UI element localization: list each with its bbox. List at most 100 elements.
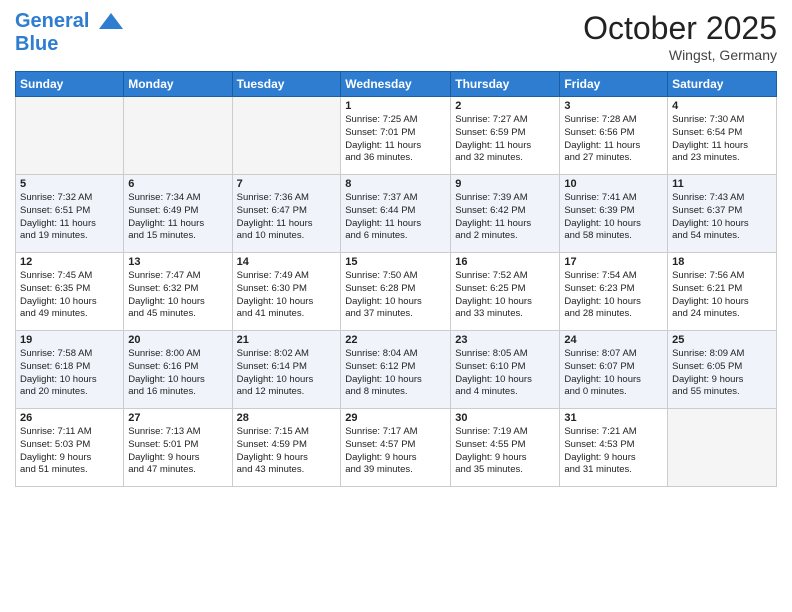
- day-info: Sunrise: 8:09 AM Sunset: 6:05 PM Dayligh…: [672, 348, 772, 399]
- calendar-cell: 31 Sunrise: 7:21 AM Sunset: 4:53 PM Dayli…: [560, 409, 668, 487]
- day-info: Sunrise: 7:25 AM Sunset: 7:01 PM Dayligh…: [345, 114, 446, 165]
- day-number: 6: [128, 178, 227, 190]
- day-info: Sunrise: 7:43 AM Sunset: 6:37 PM Dayligh…: [672, 192, 772, 243]
- day-info: Sunrise: 7:15 AM Sunset: 4:59 PM Dayligh…: [237, 426, 337, 477]
- calendar-cell: 5 Sunrise: 7:32 AM Sunset: 6:51 PM Daylig…: [16, 175, 124, 253]
- calendar-week-row: 5 Sunrise: 7:32 AM Sunset: 6:51 PM Daylig…: [16, 175, 777, 253]
- day-number: 10: [564, 178, 663, 190]
- day-number: 7: [237, 178, 337, 190]
- calendar-cell: 28 Sunrise: 7:15 AM Sunset: 4:59 PM Dayli…: [232, 409, 341, 487]
- day-info: Sunrise: 8:02 AM Sunset: 6:14 PM Dayligh…: [237, 348, 337, 399]
- calendar-cell: 7 Sunrise: 7:36 AM Sunset: 6:47 PM Daylig…: [232, 175, 341, 253]
- day-number: 4: [672, 100, 772, 112]
- calendar-cell: 29Sunrise: 7:17 AM Sunset: 4:57 PM Dayli…: [341, 409, 451, 487]
- header: General Blue October 2025 Wingst, German…: [15, 10, 777, 63]
- title-block: October 2025 Wingst, Germany: [583, 10, 777, 63]
- calendar-cell: 18 Sunrise: 7:56 AM Sunset: 6:21 PM Dayli…: [668, 253, 777, 331]
- month-title: October 2025: [583, 10, 777, 47]
- day-info: Sunrise: 7:56 AM Sunset: 6:21 PM Dayligh…: [672, 270, 772, 321]
- day-info: Sunrise: 7:39 AM Sunset: 6:42 PM Dayligh…: [455, 192, 555, 243]
- day-number: 3: [564, 100, 663, 112]
- day-info: Sunrise: 8:04 AM Sunset: 6:12 PM Dayligh…: [345, 348, 446, 399]
- calendar-cell: 19 Sunrise: 7:58 AM Sunset: 6:18 PM Dayli…: [16, 331, 124, 409]
- day-number: 31: [564, 412, 663, 424]
- calendar-cell: 23 Sunrise: 8:05 AM Sunset: 6:10 PM Dayli…: [451, 331, 560, 409]
- calendar-cell: 27 Sunrise: 7:13 AM Sunset: 5:01 PM Dayli…: [124, 409, 232, 487]
- calendar-cell: 24Sunrise: 8:07 AM Sunset: 6:07 PM Dayli…: [560, 331, 668, 409]
- day-number: 28: [237, 412, 337, 424]
- calendar-cell: 30 Sunrise: 7:19 AM Sunset: 4:55 PM Dayli…: [451, 409, 560, 487]
- calendar-cell: 13 Sunrise: 7:47 AM Sunset: 6:32 PM Dayli…: [124, 253, 232, 331]
- day-number: 30: [455, 412, 555, 424]
- calendar-table: SundayMondayTuesdayWednesdayThursdayFrid…: [15, 71, 777, 487]
- logo-icon: [97, 11, 125, 33]
- day-info: Sunrise: 7:45 AM Sunset: 6:35 PM Dayligh…: [20, 270, 119, 321]
- calendar-cell: 14Sunrise: 7:49 AM Sunset: 6:30 PM Dayli…: [232, 253, 341, 331]
- day-info: Sunrise: 7:19 AM Sunset: 4:55 PM Dayligh…: [455, 426, 555, 477]
- day-info: Sunrise: 7:32 AM Sunset: 6:51 PM Dayligh…: [20, 192, 119, 243]
- col-header-tuesday: Tuesday: [232, 72, 341, 97]
- calendar-cell: 12 Sunrise: 7:45 AM Sunset: 6:35 PM Dayli…: [16, 253, 124, 331]
- col-header-monday: Monday: [124, 72, 232, 97]
- day-number: 18: [672, 256, 772, 268]
- calendar-cell: [124, 97, 232, 175]
- calendar-cell: 9 Sunrise: 7:39 AM Sunset: 6:42 PM Daylig…: [451, 175, 560, 253]
- day-info: Sunrise: 7:41 AM Sunset: 6:39 PM Dayligh…: [564, 192, 663, 243]
- calendar-cell: 26Sunrise: 7:11 AM Sunset: 5:03 PM Dayli…: [16, 409, 124, 487]
- calendar-cell: 4 Sunrise: 7:30 AM Sunset: 6:54 PM Daylig…: [668, 97, 777, 175]
- day-info: Sunrise: 7:37 AM Sunset: 6:44 PM Dayligh…: [345, 192, 446, 243]
- day-number: 27: [128, 412, 227, 424]
- calendar-header-row: SundayMondayTuesdayWednesdayThursdayFrid…: [16, 72, 777, 97]
- day-number: 20: [128, 334, 227, 346]
- calendar-cell: 25 Sunrise: 8:09 AM Sunset: 6:05 PM Dayli…: [668, 331, 777, 409]
- day-number: 16: [455, 256, 555, 268]
- col-header-saturday: Saturday: [668, 72, 777, 97]
- day-number: 1: [345, 100, 446, 112]
- day-info: Sunrise: 8:05 AM Sunset: 6:10 PM Dayligh…: [455, 348, 555, 399]
- calendar-cell: 8Sunrise: 7:37 AM Sunset: 6:44 PM Daylig…: [341, 175, 451, 253]
- day-number: 22: [345, 334, 446, 346]
- logo: General Blue: [15, 10, 127, 55]
- day-number: 9: [455, 178, 555, 190]
- calendar-cell: 11 Sunrise: 7:43 AM Sunset: 6:37 PM Dayli…: [668, 175, 777, 253]
- day-number: 14: [237, 256, 337, 268]
- day-number: 11: [672, 178, 772, 190]
- day-number: 23: [455, 334, 555, 346]
- col-header-friday: Friday: [560, 72, 668, 97]
- day-info: Sunrise: 7:47 AM Sunset: 6:32 PM Dayligh…: [128, 270, 227, 321]
- location: Wingst, Germany: [583, 47, 777, 63]
- calendar-cell: 6Sunrise: 7:34 AM Sunset: 6:49 PM Daylig…: [124, 175, 232, 253]
- day-info: Sunrise: 8:00 AM Sunset: 6:16 PM Dayligh…: [128, 348, 227, 399]
- day-info: Sunrise: 7:21 AM Sunset: 4:53 PM Dayligh…: [564, 426, 663, 477]
- calendar-week-row: 1 Sunrise: 7:25 AM Sunset: 7:01 PM Daylig…: [16, 97, 777, 175]
- col-header-wednesday: Wednesday: [341, 72, 451, 97]
- calendar-cell: 1 Sunrise: 7:25 AM Sunset: 7:01 PM Daylig…: [341, 97, 451, 175]
- day-number: 17: [564, 256, 663, 268]
- day-info: Sunrise: 7:58 AM Sunset: 6:18 PM Dayligh…: [20, 348, 119, 399]
- calendar-cell: 16 Sunrise: 7:52 AM Sunset: 6:25 PM Dayli…: [451, 253, 560, 331]
- day-info: Sunrise: 7:52 AM Sunset: 6:25 PM Dayligh…: [455, 270, 555, 321]
- calendar-week-row: 12 Sunrise: 7:45 AM Sunset: 6:35 PM Dayli…: [16, 253, 777, 331]
- day-number: 26: [20, 412, 119, 424]
- calendar-cell: [232, 97, 341, 175]
- day-number: 5: [20, 178, 119, 190]
- day-info: Sunrise: 7:17 AM Sunset: 4:57 PM Dayligh…: [345, 426, 446, 477]
- calendar-cell: 20 Sunrise: 8:00 AM Sunset: 6:16 PM Dayli…: [124, 331, 232, 409]
- calendar-cell: [16, 97, 124, 175]
- day-number: 12: [20, 256, 119, 268]
- col-header-sunday: Sunday: [16, 72, 124, 97]
- logo-blue: Blue: [15, 33, 127, 55]
- calendar-cell: 2Sunrise: 7:27 AM Sunset: 6:59 PM Daylig…: [451, 97, 560, 175]
- col-header-thursday: Thursday: [451, 72, 560, 97]
- day-info: Sunrise: 7:27 AM Sunset: 6:59 PM Dayligh…: [455, 114, 555, 165]
- day-number: 13: [128, 256, 227, 268]
- day-number: 19: [20, 334, 119, 346]
- day-info: Sunrise: 7:30 AM Sunset: 6:54 PM Dayligh…: [672, 114, 772, 165]
- day-number: 21: [237, 334, 337, 346]
- calendar-cell: 17Sunrise: 7:54 AM Sunset: 6:23 PM Dayli…: [560, 253, 668, 331]
- day-info: Sunrise: 7:13 AM Sunset: 5:01 PM Dayligh…: [128, 426, 227, 477]
- day-info: Sunrise: 7:36 AM Sunset: 6:47 PM Dayligh…: [237, 192, 337, 243]
- day-number: 25: [672, 334, 772, 346]
- calendar-week-row: 26Sunrise: 7:11 AM Sunset: 5:03 PM Dayli…: [16, 409, 777, 487]
- page: General Blue October 2025 Wingst, German…: [0, 0, 792, 612]
